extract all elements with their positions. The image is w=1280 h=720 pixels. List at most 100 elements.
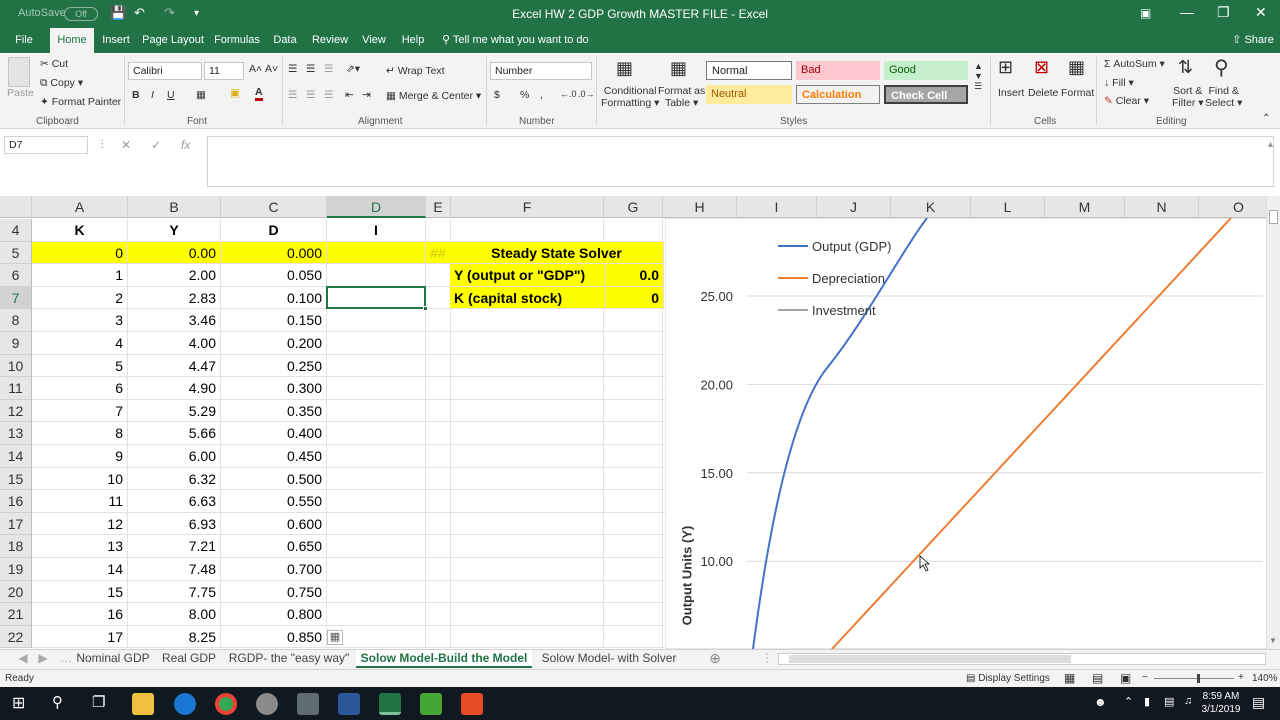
- col-header-b[interactable]: B: [128, 196, 221, 218]
- cell-empty[interactable]: [451, 603, 604, 626]
- cell-i[interactable]: [327, 241, 426, 265]
- bold-button[interactable]: B: [132, 89, 140, 101]
- cell-k[interactable]: 6: [32, 377, 128, 400]
- cell-empty[interactable]: [451, 219, 604, 242]
- cell-empty[interactable]: [604, 603, 663, 626]
- horizontal-scroll-thumb[interactable]: [789, 655, 1071, 663]
- format-as-table-button[interactable]: Format as Table ▾: [658, 85, 705, 109]
- cell-k[interactable]: 5: [32, 354, 128, 378]
- notifications-icon[interactable]: ▤: [1252, 694, 1265, 711]
- cell-y[interactable]: 6.63: [128, 490, 221, 513]
- row-header[interactable]: 7: [0, 286, 32, 310]
- align-middle-icon[interactable]: ☰: [306, 63, 315, 75]
- sort-filter-icon[interactable]: ⇅: [1178, 57, 1193, 78]
- percent-button[interactable]: %: [520, 89, 529, 101]
- align-left-icon[interactable]: ☰: [288, 89, 297, 101]
- cell-e[interactable]: [426, 309, 451, 332]
- cell-e[interactable]: [426, 580, 451, 604]
- cell-d[interactable]: 0.250: [221, 354, 327, 378]
- display-settings-button[interactable]: ▤ Display Settings: [966, 673, 1050, 684]
- align-bottom-icon[interactable]: ☰: [324, 63, 333, 75]
- page-break-view-icon[interactable]: ▣: [1120, 671, 1131, 685]
- ribbon-display-icon[interactable]: ▣: [1140, 6, 1151, 20]
- cell-k[interactable]: 10: [32, 467, 128, 491]
- cell-i[interactable]: [327, 332, 426, 355]
- normal-view-icon[interactable]: ▦: [1064, 671, 1075, 685]
- cell-empty[interactable]: [451, 445, 604, 468]
- cell-empty[interactable]: [451, 535, 604, 558]
- cell-empty[interactable]: [604, 490, 663, 513]
- cell-y[interactable]: 4.00: [128, 332, 221, 355]
- enter-icon[interactable]: ✓: [151, 138, 161, 152]
- cell-empty[interactable]: [451, 399, 604, 423]
- zoom-slider[interactable]: [1154, 678, 1234, 679]
- share-button[interactable]: ⇧ Share: [1228, 28, 1278, 53]
- row-header[interactable]: 21: [0, 603, 32, 626]
- camtasia-green-icon[interactable]: [420, 693, 442, 715]
- cell-d[interactable]: 0.300: [221, 377, 327, 400]
- network-icon[interactable]: ▤: [1164, 695, 1174, 708]
- styles-scroll-icon[interactable]: ▲ ▼ ☰: [974, 61, 983, 92]
- cell-e[interactable]: [426, 512, 451, 536]
- cell-e[interactable]: [426, 286, 451, 310]
- cell-e[interactable]: [426, 603, 451, 626]
- col-header-h[interactable]: H: [663, 196, 737, 218]
- cell-k[interactable]: 1: [32, 264, 128, 287]
- cell-y[interactable]: 3.46: [128, 309, 221, 332]
- tab-split-icon[interactable]: ⋮: [760, 650, 774, 668]
- cell-d[interactable]: D: [221, 219, 327, 242]
- style-normal[interactable]: Normal: [706, 61, 792, 80]
- cell-i[interactable]: [327, 309, 426, 332]
- minimize-icon[interactable]: —: [1180, 4, 1194, 20]
- cell-y[interactable]: 7.21: [128, 535, 221, 558]
- row-header[interactable]: 5: [0, 241, 32, 265]
- row-header[interactable]: 15: [0, 467, 32, 491]
- paste-button[interactable]: Paste: [7, 87, 34, 99]
- cell-empty[interactable]: [604, 332, 663, 355]
- chart-area[interactable]: 25.00 20.00 15.00 10.00 Output (GDP) Depreci…: [665, 218, 1268, 649]
- cell-empty[interactable]: [451, 332, 604, 355]
- cell-y[interactable]: 4.47: [128, 354, 221, 378]
- row-header[interactable]: 8: [0, 309, 32, 332]
- solver-k-label[interactable]: K (capital stock): [450, 286, 605, 310]
- cell-empty[interactable]: [604, 377, 663, 400]
- cell-empty[interactable]: [451, 467, 604, 491]
- cell-d[interactable]: 0.600: [221, 512, 327, 536]
- insert-function-icon[interactable]: fx: [181, 138, 190, 152]
- calculator-icon[interactable]: [297, 693, 319, 715]
- cell-empty[interactable]: [604, 445, 663, 468]
- cell-d[interactable]: 0.650: [221, 535, 327, 558]
- solver-y-label[interactable]: Y (output or "GDP"): [450, 264, 605, 287]
- cell-empty[interactable]: [604, 422, 663, 445]
- active-cell-selection[interactable]: [326, 286, 426, 309]
- col-header-i[interactable]: I: [737, 196, 817, 218]
- cell-d[interactable]: 0.350: [221, 399, 327, 423]
- cell-y[interactable]: 4.90: [128, 377, 221, 400]
- cell-e[interactable]: [426, 332, 451, 355]
- cell-k[interactable]: 0: [32, 241, 128, 265]
- format-as-table-icon[interactable]: ▦: [670, 58, 687, 79]
- chart-legend-label[interactable]: Output (GDP): [812, 239, 891, 254]
- zoom-level[interactable]: 140%: [1252, 673, 1278, 684]
- tab-file[interactable]: File: [8, 28, 40, 53]
- cell-i[interactable]: [327, 603, 426, 626]
- cell-e[interactable]: [426, 377, 451, 400]
- horizontal-scrollbar[interactable]: [778, 653, 1266, 665]
- cell-empty[interactable]: [604, 535, 663, 558]
- cell-e[interactable]: [426, 445, 451, 468]
- decrease-indent-icon[interactable]: ⇤: [345, 89, 354, 101]
- cell-e[interactable]: [426, 422, 451, 445]
- people-icon[interactable]: ☻: [1094, 695, 1107, 709]
- search-icon[interactable]: ⚲: [52, 693, 63, 711]
- sheet-tab-solow-solver[interactable]: Solow Model- with Solver: [538, 650, 680, 668]
- tab-help[interactable]: Help: [396, 28, 430, 53]
- cell-i[interactable]: [327, 535, 426, 558]
- vertical-scroll-thumb[interactable]: [1269, 210, 1278, 224]
- cell-y[interactable]: 8.00: [128, 603, 221, 626]
- cell-d[interactable]: 0.550: [221, 490, 327, 513]
- tab-page-layout[interactable]: Page Layout: [140, 28, 206, 53]
- cell-empty[interactable]: [604, 219, 663, 242]
- cell-y[interactable]: 6.32: [128, 467, 221, 491]
- merge-center-button[interactable]: ▦ Merge & Center ▾: [386, 90, 481, 102]
- cell-k[interactable]: 15: [32, 580, 128, 604]
